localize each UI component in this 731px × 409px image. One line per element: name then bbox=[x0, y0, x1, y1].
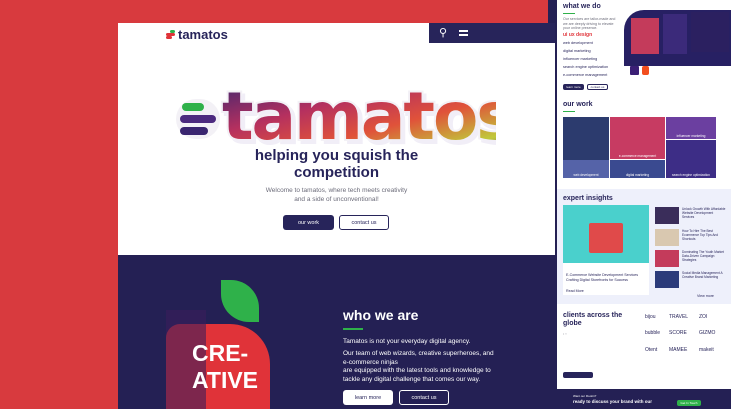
expert-insights-title: expert insights bbox=[563, 195, 613, 202]
insight-item-title: How To Hire The Best Ecommerce Top Tips … bbox=[682, 229, 719, 241]
what-we-do-title: what we do bbox=[563, 3, 601, 10]
service-item[interactable]: ui ux design bbox=[563, 32, 592, 38]
client-logo: Otent bbox=[645, 347, 658, 353]
site-header: tamatos ⚲ bbox=[118, 23, 555, 45]
contact-us-button-2[interactable]: contact us bbox=[399, 390, 449, 405]
clients-button[interactable] bbox=[563, 372, 593, 378]
footer-cta: Want our Rootin? ready to discuss your b… bbox=[557, 389, 731, 409]
work-tile-web[interactable]: web development bbox=[563, 160, 609, 178]
tile-label: web development bbox=[573, 173, 599, 177]
service-item[interactable]: digital marketing bbox=[563, 49, 591, 53]
creative-line-2: ATIVE bbox=[192, 367, 259, 393]
who-p2-line: e-commerce ninjas bbox=[343, 358, 398, 366]
logo-mark-icon bbox=[166, 30, 175, 39]
client-logo: TRAVEL bbox=[669, 314, 689, 320]
creative-apple-graphic: CRE- ATIVE bbox=[166, 280, 270, 409]
search-icon[interactable]: ⚲ bbox=[439, 26, 447, 39]
clients-title-line: clients across the bbox=[563, 312, 623, 319]
client-logo: MAMEE bbox=[669, 347, 688, 353]
site-logo[interactable]: tamatos bbox=[166, 27, 228, 42]
insight-featured-card[interactable]: E-Commerce Website Development Services … bbox=[563, 205, 649, 295]
insight-item[interactable]: Dominating The Youth Market Data-Driven … bbox=[655, 250, 727, 270]
insight-item-title: Social Media Management A Creative Brand… bbox=[682, 271, 723, 279]
footer-eyebrow: Want our Rootin? bbox=[573, 394, 597, 398]
insight-item[interactable]: Unlock Growth With Affordable Website De… bbox=[655, 207, 727, 227]
headline-line-1: helping you squish the bbox=[254, 147, 419, 164]
service-item[interactable]: influencer marketing bbox=[563, 57, 597, 61]
xd-icon bbox=[630, 66, 639, 75]
work-tile-digital[interactable]: digital marketing bbox=[610, 160, 665, 178]
who-p2-line: Our team of web wizards, creative superh… bbox=[343, 350, 494, 357]
tile-label: search engine optimization bbox=[672, 173, 710, 177]
menu-icon[interactable] bbox=[459, 30, 468, 36]
who-p2-line: are equipped with the latest tools and k… bbox=[343, 367, 491, 374]
hero-wordmark-graphic: tamatos bbox=[176, 76, 518, 157]
hero-headline: helping you squish the competition bbox=[118, 147, 555, 181]
tile-label: e-commerce management bbox=[618, 154, 657, 158]
device-mockup bbox=[691, 12, 729, 52]
who-p2-line: tackle any digital challenge that comes … bbox=[343, 375, 481, 383]
tile-label: influencer marketing bbox=[676, 134, 706, 138]
homepage-preview: tamatos ⚲ tamatos helping you squish the… bbox=[118, 23, 555, 409]
tile-label: digital marketing bbox=[625, 173, 650, 177]
our-work-title: our work bbox=[563, 101, 593, 108]
logo-text: tamatos bbox=[178, 27, 228, 42]
insight-featured-title: E-Commerce Website Development Services … bbox=[566, 273, 639, 282]
nav-bar: ⚲ bbox=[429, 23, 555, 43]
clients-title-line: globe bbox=[563, 320, 582, 327]
insight-item[interactable]: Social Media Management A Creative Brand… bbox=[655, 271, 727, 291]
service-item[interactable]: search engine optimization bbox=[563, 65, 608, 69]
work-tile-ecommerce[interactable]: e-commerce management bbox=[610, 117, 665, 159]
creative-text: CRE- ATIVE bbox=[192, 340, 258, 394]
title-underline bbox=[563, 111, 575, 112]
who-we-are-section: CRE- ATIVE who we are Tamatos is not you… bbox=[118, 255, 555, 409]
what-we-do-desc: Our services are tailor-made and we are … bbox=[563, 17, 616, 31]
storefront-icon bbox=[589, 223, 623, 253]
client-logo: SCORE bbox=[669, 330, 687, 336]
get-in-touch-button[interactable]: Get In Touch bbox=[677, 400, 701, 406]
read-more-link[interactable]: Read More bbox=[566, 289, 584, 294]
learn-more-button-small[interactable]: learn more bbox=[563, 84, 584, 90]
hero-intro: Welcome to tamatos, where tech meets cre… bbox=[236, 186, 437, 204]
service-item[interactable]: web development bbox=[563, 41, 593, 45]
creative-line-1: CRE- bbox=[192, 340, 249, 366]
intro-line-2: and a side of unconventional! bbox=[294, 196, 379, 203]
who-we-are-title: who we are bbox=[343, 307, 419, 323]
client-logo: makeit bbox=[699, 347, 714, 353]
hero-wordmark-text: tamatos bbox=[222, 79, 496, 155]
work-tile-influencer[interactable]: influencer marketing bbox=[666, 117, 716, 139]
who-paragraph-2: Our team of web wizards, creative superh… bbox=[343, 350, 518, 384]
view-more-link[interactable]: View more bbox=[697, 294, 714, 299]
client-testimonial: “ ” bbox=[563, 333, 567, 337]
client-logo: bijou bbox=[645, 314, 656, 320]
services-page-preview: what we do Our services are tailor-made … bbox=[557, 0, 731, 409]
title-underline bbox=[563, 13, 575, 14]
insight-item-title: Dominating The Youth Market Data-Driven … bbox=[682, 250, 724, 262]
figma-icon bbox=[642, 66, 649, 75]
apple-leaf bbox=[221, 280, 259, 322]
device-mockup bbox=[663, 14, 687, 54]
insight-item-title: Unlock Growth With Affordable Website De… bbox=[682, 207, 726, 219]
device-mockup bbox=[631, 18, 659, 54]
work-tile-seo[interactable]: search engine optimization bbox=[666, 140, 716, 178]
contact-us-button[interactable]: contact us bbox=[339, 215, 389, 230]
clients-title: clients across the globe bbox=[563, 312, 622, 328]
learn-more-button[interactable]: learn more bbox=[343, 390, 393, 405]
our-work-button[interactable]: our work bbox=[283, 215, 334, 230]
service-item[interactable]: e-commerce management bbox=[563, 73, 607, 77]
client-logo: GIZMO bbox=[699, 330, 716, 336]
hero-logo-wordmark: tamatos bbox=[176, 76, 518, 157]
title-underline bbox=[343, 328, 363, 330]
who-paragraph-1: Tamatos is not your everyday digital age… bbox=[343, 338, 471, 345]
headline-line-2: competition bbox=[294, 164, 379, 181]
client-logo: ZOI bbox=[699, 314, 708, 320]
footer-heading: ready to discuss your brand with our bbox=[573, 399, 653, 404]
contact-button-small[interactable]: contact us bbox=[587, 84, 608, 90]
intro-line-1: Welcome to tamatos, where tech meets cre… bbox=[265, 187, 408, 194]
client-logo: bubble bbox=[645, 330, 661, 336]
insight-item[interactable]: How To Hire The Best Ecommerce Top Tips … bbox=[655, 229, 727, 249]
